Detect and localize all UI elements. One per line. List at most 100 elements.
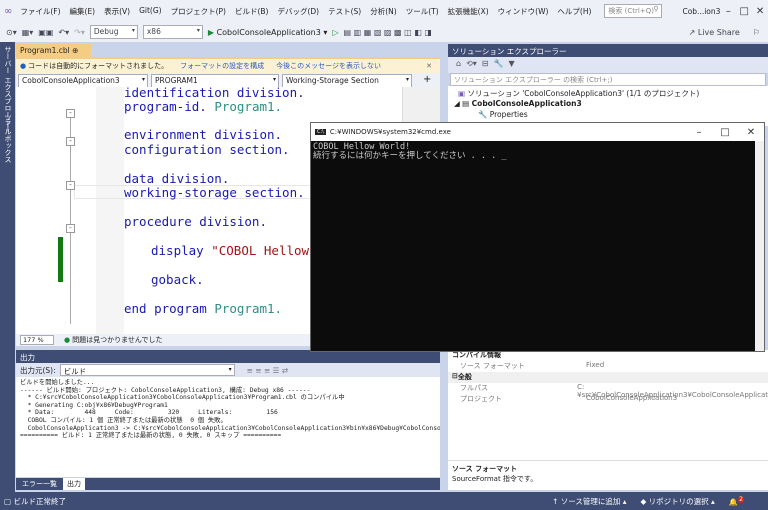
menu-item[interactable]: 拡張機能(X) — [448, 6, 489, 17]
collapse-icon[interactable]: ⊟ — [482, 59, 489, 71]
solution-search-input[interactable]: ソリューション エクスプローラー の検索 (Ctrl+;) — [450, 73, 766, 86]
tab-output[interactable]: 出力 — [63, 478, 85, 490]
info-message: コードは自動的にフォーマットされました。 — [28, 62, 169, 70]
config-select[interactable]: Debug ▾ — [89, 25, 138, 39]
fold-toggle[interactable]: - — [66, 224, 75, 233]
menu-item[interactable]: ウィンドウ(W) — [498, 6, 549, 17]
sync-icon[interactable]: ⟲▾ — [466, 59, 477, 71]
cmd-icon: C:\ — [315, 129, 326, 135]
solution-explorer-title: ソリューション エクスプローラー — [452, 47, 567, 56]
output-tool-icons[interactable]: ≡ ≡ ≡ ☰ ⇄ — [247, 366, 288, 375]
output-line: * C:¥src¥CobolConsoleApplication3¥CobolC… — [20, 394, 345, 402]
tree-project[interactable]: ◢ ▤ CobolConsoleApplication3 — [454, 99, 582, 108]
expand-icon[interactable]: ◢ — [454, 99, 460, 108]
fold-toggle[interactable]: - — [66, 181, 75, 190]
feedback-icon[interactable]: ⚐ — [753, 28, 760, 37]
solution-search-placeholder: ソリューション エクスプローラー の検索 (Ctrl+;) — [454, 76, 613, 84]
menu-item[interactable]: プロジェクト(P) — [171, 6, 226, 17]
menu-item[interactable]: 分析(N) — [370, 6, 396, 17]
live-share-button[interactable]: ↗ Live Share — [689, 28, 740, 37]
minimize-button[interactable]: – — [720, 6, 736, 17]
cmd-maximize-button[interactable]: □ — [712, 127, 738, 138]
project-label: CobolConsoleApplication3 — [471, 99, 582, 108]
fold-toggle[interactable]: - — [66, 137, 75, 146]
tab-error-list[interactable]: エラー一覧 — [18, 478, 61, 490]
output-text[interactable]: ビルドを開始しました... ------ ビルド開始: プロジェクト: Cobol… — [16, 377, 440, 477]
maximize-button[interactable]: □ — [736, 6, 752, 17]
run-label: CobolConsoleApplication3 — [216, 27, 321, 37]
save-icon[interactable]: ▣▣ — [38, 28, 53, 37]
add-source-control-button[interactable]: ↑ ソース管理に追加 ▴ — [552, 496, 626, 507]
prop-key: ソース フォーマット — [460, 362, 525, 370]
new-file-icon[interactable]: ▦▾ — [22, 28, 34, 37]
menu-item[interactable]: ヘルプ(H) — [557, 6, 591, 17]
notification-count: 2 — [738, 495, 744, 503]
menu-item[interactable]: デバッグ(D) — [277, 6, 319, 17]
navigation-bar: CobolConsoleApplication3 ▾ PROGRAM1 ▾ Work… — [16, 73, 440, 88]
solution-tree: ▣ ソリューション 'CobolConsoleApplication3' (1/… — [448, 86, 768, 126]
solution-explorer-toolbar: ⌂ ⟲▾ ⊟ 🔧 ▼ — [448, 57, 768, 73]
split-icon[interactable]: + — [423, 74, 431, 86]
project-select[interactable]: CobolConsoleApplication3 ▾ — [18, 74, 148, 88]
build-status: ビルド正常終了 — [13, 496, 66, 506]
category-label: 全般 — [457, 373, 472, 381]
tree-solution[interactable]: ▣ ソリューション 'CobolConsoleApplication3' (1/… — [458, 88, 699, 99]
search-placeholder: 検索 (Ctrl+Q) — [608, 7, 654, 15]
code-line: configuration section. — [124, 142, 290, 157]
filter-icon[interactable]: ▼ — [508, 59, 514, 71]
description-title: ソース フォーマット — [452, 465, 518, 473]
cmd-line: 続行するには何かキーを押してください . . . _ — [313, 151, 507, 161]
toolbar-icons[interactable]: ▤ ▥ ▦ ▧ ▨ ▩ ◫ ◧ ◨ — [344, 28, 432, 37]
zoom-select[interactable]: 177 % — [20, 335, 54, 345]
configure-format-link[interactable]: フォーマットの設定を構成 — [180, 61, 264, 71]
program-select[interactable]: PROGRAM1 ▾ — [151, 74, 279, 88]
prop-category[interactable]: ⊟ 全般 — [448, 372, 768, 383]
cmd-window[interactable]: C:\ C:¥WINDOWS¥system32¥cmd.exe – □ ✕ CO… — [310, 122, 765, 352]
section-select[interactable]: Working-Storage Section ▾ — [282, 74, 412, 88]
home-icon[interactable]: ⌂ — [456, 59, 461, 71]
close-info-icon[interactable]: ✕ — [426, 62, 432, 70]
back-icon[interactable]: ⊙▾ — [6, 28, 17, 37]
tab-program1-cbl[interactable]: Program1.cbl ⊕ ✕ — [16, 44, 91, 64]
wrench-icon: 🔧 — [478, 110, 488, 119]
menu-item[interactable]: 表示(V) — [104, 6, 130, 17]
properties-icon[interactable]: 🔧 — [494, 59, 504, 71]
vs-logo-icon: ∞ — [4, 5, 13, 17]
description-text: SourceFormat 指令です。 — [452, 475, 538, 483]
code-keyword: end program — [124, 301, 215, 316]
cmd-scrollbar[interactable] — [755, 141, 764, 351]
menu-item[interactable]: 編集(E) — [70, 6, 96, 17]
code-line: goback. — [151, 272, 204, 287]
properties-label: Properties — [489, 110, 528, 119]
menu-item[interactable]: ビルド(B) — [235, 6, 269, 17]
prop-row[interactable]: プロジェクト CobolConsoleApplication3 — [448, 394, 768, 405]
output-source-label: 出力元(S): — [20, 365, 56, 375]
status-icon: ▢ — [4, 496, 12, 506]
undo-icon[interactable]: ↶▾ — [58, 28, 69, 37]
prop-row[interactable]: フルパス C:¥src¥CobolConsoleApplication3¥Cobo… — [448, 383, 768, 399]
search-input[interactable]: 検索 (Ctrl+Q) ⚲ — [604, 4, 663, 18]
select-repo-button[interactable]: ◆ リポジトリの選択 ▴ — [641, 496, 715, 507]
dont-show-link[interactable]: 今後このメッセージを表示しない — [276, 61, 381, 71]
platform-select[interactable]: x86 ▾ — [142, 25, 203, 39]
notifications-icon[interactable]: 🔔2 — [729, 495, 744, 506]
fold-toggle[interactable]: - — [66, 109, 75, 118]
menu-item[interactable]: ツール(T) — [406, 6, 439, 17]
menu-item[interactable]: テスト(S) — [328, 6, 361, 17]
cmd-title-bar[interactable]: C:\ C:¥WINDOWS¥system32¥cmd.exe – □ ✕ — [311, 123, 764, 141]
prop-row[interactable]: ソース フォーマット Fixed — [448, 361, 768, 372]
redo-icon[interactable]: ↷▾ — [74, 28, 85, 37]
program-value: PROGRAM1 — [155, 76, 198, 85]
menu-item[interactable]: Git(G) — [139, 6, 162, 17]
output-source-select[interactable]: ビルド ▾ — [59, 364, 235, 376]
toolbox-tab[interactable]: ツールボックス — [3, 114, 13, 163]
run-button[interactable]: ▶ CobolConsoleApplication3 ▾ — [208, 28, 328, 37]
tree-properties[interactable]: 🔧 Properties — [478, 110, 528, 119]
cmd-minimize-button[interactable]: – — [686, 127, 712, 138]
close-button[interactable]: ✕ — [752, 6, 768, 17]
cmd-output: COBOL Hellow World! 続行するには何かキーを押してください .… — [311, 141, 764, 163]
pin-icon[interactable]: ⊕ — [72, 46, 78, 55]
start-without-debug-icon[interactable]: ▷ — [332, 28, 338, 37]
cmd-close-button[interactable]: ✕ — [738, 127, 764, 138]
menu-item[interactable]: ファイル(F) — [20, 6, 60, 17]
